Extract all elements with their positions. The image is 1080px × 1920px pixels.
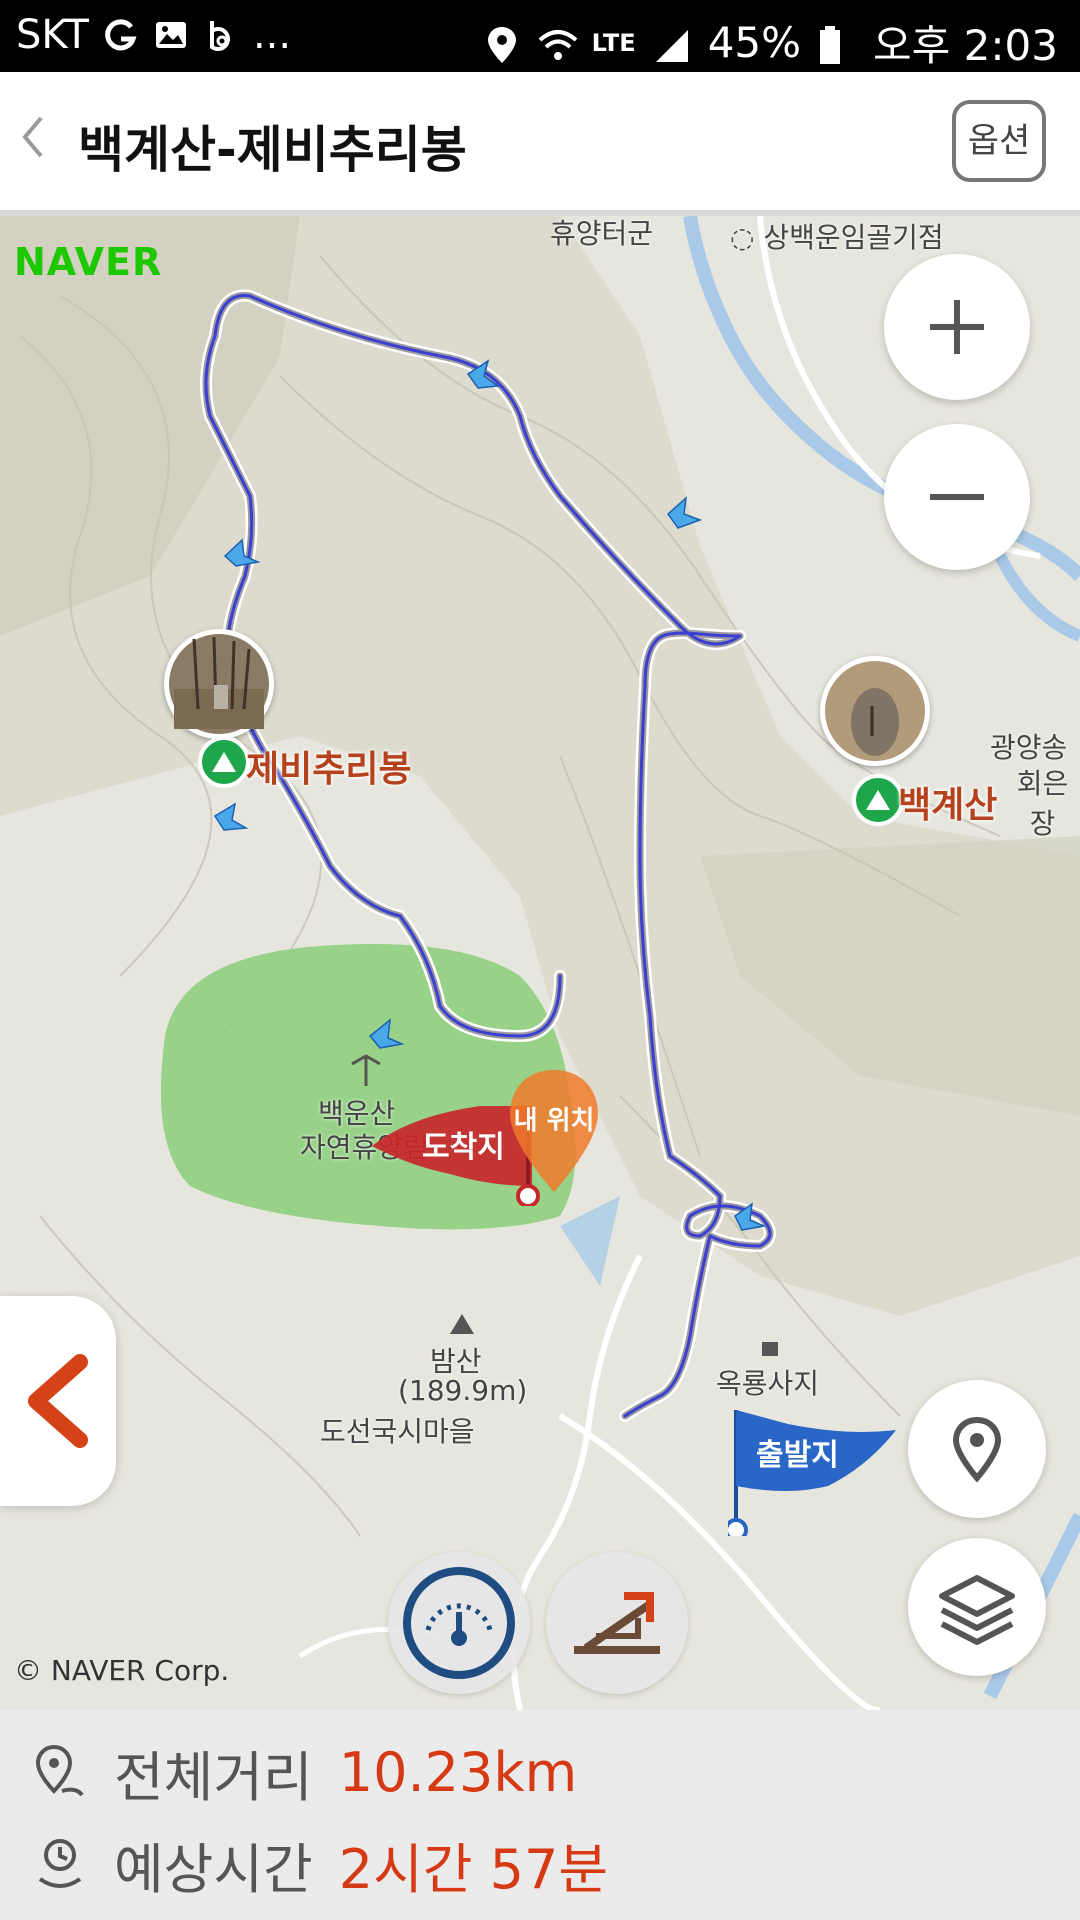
poi-icon: ◌ [730,221,755,254]
elevation-button[interactable] [546,1552,688,1694]
layers-button[interactable] [908,1538,1046,1676]
place-label: 휴양터군 [550,217,654,250]
g-icon [103,17,139,53]
peak-label-baekgyesan: 백계산 [898,785,998,826]
carrier-label: SKT [16,12,89,58]
peak-marker-icon[interactable] [852,774,904,826]
battery-icon [819,25,855,64]
image-icon [153,17,189,53]
network-type: LTE [591,28,636,57]
page-title: 백계산-제비추리봉 [78,121,467,179]
place-label: 회은장 [1016,767,1069,840]
naver-logo: NAVER [14,240,163,284]
battery-percent: 45% [707,18,802,67]
layers-icon [939,1575,1015,1645]
mountain-label: (189.9m) [398,1374,528,1407]
distance-value: 10.23km [338,1740,578,1804]
time-row: 예상시간 2시간 57분 [32,1824,608,1904]
forest-photo-icon [169,634,269,734]
route-summary-panel: 전체거리 10.23km 예상시간 2시간 57분 [0,1710,1080,1920]
options-button[interactable]: 옵션 [952,100,1046,182]
distance-row: 전체거리 10.23km [32,1732,577,1812]
wifi-icon [538,25,577,61]
chevron-left-icon [22,116,43,158]
current-location-button[interactable] [908,1380,1046,1518]
my-location-label: 내 위치 [513,1106,595,1136]
departure-flag[interactable]: 출발지 [724,1406,908,1542]
zoom-in-button[interactable] [884,254,1030,400]
chevron-left-icon [28,1354,88,1448]
peak-label-jebichuribong: 제비추리봉 [246,749,412,790]
signal-icon [654,25,690,62]
departure-label: 출발지 [756,1438,839,1473]
back-button[interactable] [12,112,52,172]
village-label: 도선국시마을 [320,1415,475,1448]
peak-marker-icon[interactable] [198,736,250,788]
place-label: 광양송 [990,731,1068,764]
place-label: ◌ 상백운임골기점 [730,221,944,254]
map-pin-icon [952,1416,1002,1483]
plus-icon [930,300,984,354]
time-value: 2시간 57분 [338,1837,609,1901]
more-notifications: ... [252,12,292,58]
my-location-pin[interactable]: 내 위치 [506,1066,602,1196]
peak-photo-thumbnail[interactable] [164,629,274,739]
site-label: 옥룡사지 [716,1367,820,1400]
map-view[interactable]: NAVER 휴양터군 ◌ 상백운임골기점 광양송 회은장 제비추리봉 백계산 백… [0,216,1080,1710]
route-pin-icon [35,1744,84,1797]
elevation-icon [574,1592,660,1654]
speedometer-icon [403,1567,515,1679]
temple-icon [762,1342,778,1356]
arrival-label: 도착지 [422,1130,505,1165]
panel-toggle-tab[interactable] [0,1296,116,1506]
minus-icon [930,494,984,500]
location-icon [484,25,520,63]
speedometer-button[interactable] [388,1552,530,1694]
time-label: 예상시간 [114,1837,313,1901]
app-header: 백계산-제비추리봉 옵션 [0,72,1080,216]
map-copyright: © NAVER Corp. [14,1654,230,1687]
distance-label: 전체거리 [114,1745,313,1809]
zoom-out-button[interactable] [884,424,1030,570]
b-app-icon [203,17,239,53]
clock-pin-icon [38,1839,82,1888]
rock-photo-icon [825,661,925,761]
clock: 오후 2:03 [873,21,1058,70]
status-bar: SKT ... LTE 45% 오후 2:03 [0,0,1080,72]
peak-photo-thumbnail[interactable] [820,656,930,766]
